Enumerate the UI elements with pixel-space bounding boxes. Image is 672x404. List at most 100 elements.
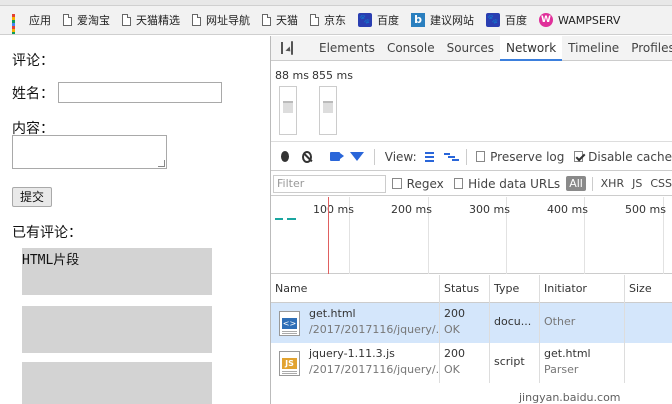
column-type[interactable]: Type	[490, 275, 540, 303]
devtools-panel: Elements Console Sources Network Timelin…	[271, 36, 672, 404]
column-name[interactable]: Name	[271, 275, 440, 303]
tab-timeline[interactable]: Timeline	[562, 36, 625, 61]
apps-grid-icon	[12, 14, 24, 34]
request-path: /2017/2017116/jquery/...	[309, 323, 440, 336]
comment-box	[22, 362, 212, 404]
tab-profiles[interactable]: Profiles	[625, 36, 672, 61]
request-status: 200	[444, 307, 465, 320]
hide-data-urls-checkbox[interactable]	[453, 178, 464, 189]
network-toolbar: View: Preserve log Disable cache	[271, 143, 672, 171]
request-status-text: OK	[444, 323, 460, 336]
existing-comments-heading: 已有评论：	[12, 225, 82, 241]
filter-css-button[interactable]: CSS	[650, 177, 672, 190]
bookmark-aitaobao[interactable]: 爱淘宝	[63, 12, 110, 28]
tab-elements[interactable]: Elements	[313, 36, 381, 61]
watermark-text: jingyan.baidu.com	[519, 391, 621, 404]
bookmark-label: 百度	[505, 14, 527, 27]
timeline-tick-label: 200 ms	[391, 203, 432, 216]
filmstrip-time: 855 ms	[312, 69, 353, 82]
tab-network[interactable]: Network	[500, 36, 563, 61]
bookmark-label: WAMPSERV	[558, 13, 621, 27]
request-initiator[interactable]: get.html	[544, 347, 591, 360]
request-type-cell: docu...	[490, 303, 540, 343]
bookmark-url-nav[interactable]: 网址导航	[192, 12, 250, 28]
request-name: jquery-1.11.3.js	[309, 347, 395, 360]
bookmark-tmall-picks[interactable]: 天猫精选	[122, 12, 180, 28]
comment-box: HTML片段	[22, 248, 212, 295]
bookmark-label: 京东	[324, 14, 346, 27]
filter-icon[interactable]	[350, 152, 364, 161]
column-size[interactable]: Size	[625, 275, 672, 303]
bookmark-label: 应用	[29, 14, 51, 27]
timeline-tick-label: 300 ms	[469, 203, 510, 216]
page-icon	[192, 14, 201, 26]
bookmark-label: 建议网站	[430, 14, 474, 27]
submit-button[interactable]: 提交	[12, 187, 52, 207]
filter-input[interactable]: Filter	[273, 174, 387, 193]
page-viewport: 评论： 姓名： 内容： 提交 已有评论： HTML片段	[0, 36, 270, 404]
column-initiator[interactable]: Initiator	[540, 275, 625, 303]
disable-cache-label: Disable cache	[588, 149, 672, 164]
name-input[interactable]	[58, 82, 222, 103]
filmstrip-time: 88 ms	[275, 69, 309, 82]
page-icon	[63, 14, 72, 26]
bookmark-wampserver[interactable]: W WAMPSERV	[539, 13, 620, 27]
filmstrip-frame[interactable]	[279, 86, 297, 135]
filter-all-button[interactable]: All	[566, 176, 586, 191]
table-row[interactable]: JS jquery-1.11.3.js /2017/2017116/jquery…	[271, 343, 672, 383]
bookmark-label: 天猫精选	[136, 14, 180, 27]
request-status-cell: 200 OK	[440, 343, 490, 383]
bing-icon: b	[411, 13, 425, 27]
request-size-cell	[625, 303, 672, 343]
filmstrip-frame[interactable]	[319, 86, 337, 135]
overview-waterfall-icon[interactable]	[444, 152, 460, 162]
page-icon	[122, 14, 131, 26]
bookmark-label: 天猫	[276, 14, 298, 27]
regex-label: Regex	[406, 176, 444, 191]
column-status[interactable]: Status	[440, 275, 490, 303]
preserve-log-checkbox[interactable]	[476, 151, 486, 162]
comment-box	[22, 306, 212, 353]
table-header: Name Status Type Initiator Size	[271, 275, 672, 303]
bookmark-label: 网址导航	[206, 14, 250, 27]
html-file-icon: <>	[279, 311, 300, 336]
request-size-cell	[625, 343, 672, 383]
bookmark-suggested-sites[interactable]: b 建议网站	[411, 12, 474, 28]
request-initiator: Other	[544, 315, 576, 328]
content-textarea[interactable]	[12, 135, 167, 169]
tab-console[interactable]: Console	[381, 36, 441, 61]
tab-sources[interactable]: Sources	[441, 36, 500, 61]
bookmark-baidu[interactable]: 🐾 百度	[358, 12, 399, 28]
filter-js-button[interactable]: JS	[632, 177, 642, 190]
inspect-element-icon[interactable]	[281, 42, 283, 54]
name-label: 姓名：	[12, 86, 54, 102]
request-name-cell: JS jquery-1.11.3.js /2017/2017116/jquery…	[271, 343, 440, 383]
comment-text: HTML片段	[22, 253, 80, 268]
table-row[interactable]: <> get.html /2017/2017116/jquery/... 200…	[271, 303, 672, 343]
bookmark-jd[interactable]: 京东	[310, 12, 346, 28]
bookmark-tmall[interactable]: 天猫	[262, 12, 298, 28]
request-initiator-cell: get.html Parser	[540, 343, 625, 383]
network-timeline-overview[interactable]: 100 ms 200 ms 300 ms 400 ms 500 ms	[271, 197, 672, 274]
view-label: View:	[384, 149, 417, 164]
capture-screenshots-icon[interactable]	[330, 152, 344, 161]
record-icon[interactable]	[281, 151, 290, 162]
page-icon	[262, 14, 271, 26]
large-rows-icon[interactable]	[424, 151, 435, 162]
bookmark-baidu-2[interactable]: 🐾 百度	[486, 12, 527, 28]
filter-xhr-button[interactable]: XHR	[601, 177, 624, 190]
baidu-paw-icon: 🐾	[486, 13, 500, 27]
bookmark-label: 爱淘宝	[77, 14, 110, 27]
clear-icon[interactable]	[302, 150, 313, 163]
request-initiator-cell: Other	[540, 303, 625, 343]
bookmark-label: 百度	[377, 14, 399, 27]
request-waterfall-bar	[275, 218, 283, 220]
comment-heading: 评论：	[12, 53, 54, 69]
request-type: script	[494, 355, 525, 368]
disable-cache-checkbox[interactable]	[574, 151, 584, 162]
bookmark-apps[interactable]: 应用	[12, 12, 51, 34]
network-requests-table: Name Status Type Initiator Size <> get.h…	[271, 275, 672, 404]
regex-checkbox[interactable]	[392, 178, 402, 189]
request-status-text: OK	[444, 363, 460, 376]
request-initiator-detail: Parser	[544, 363, 579, 376]
